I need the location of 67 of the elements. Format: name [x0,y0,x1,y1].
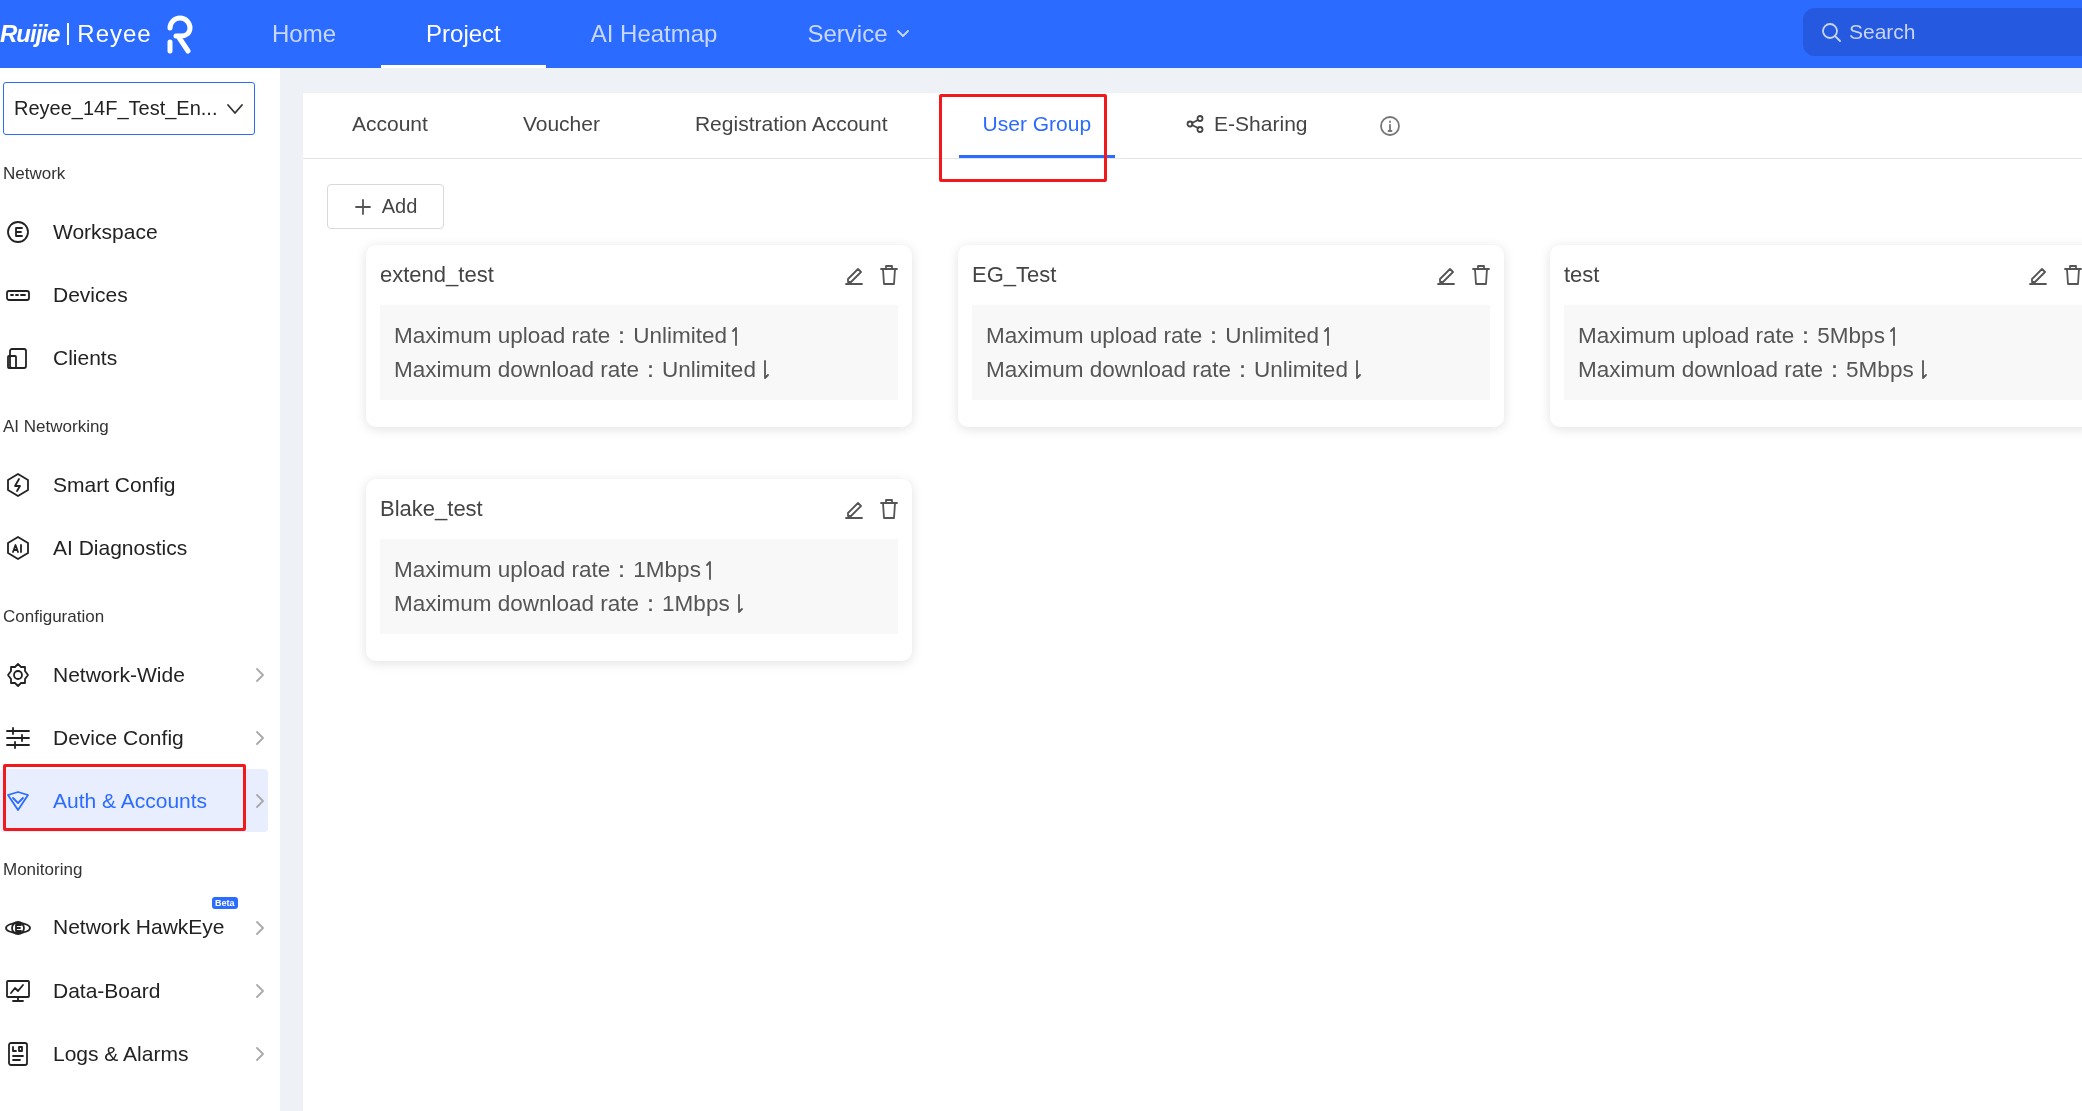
rate-label: Maximum upload rate： [986,321,1226,350]
sidebar-item[interactable]: AI Diagnostics [0,516,268,579]
edit-icon[interactable] [844,499,864,519]
tab[interactable]: Voucher [498,93,624,158]
edit-icon[interactable] [1436,265,1456,285]
sidebar-item[interactable]: Workspace [0,200,268,263]
group-name: extend_test [380,262,495,288]
chevron-down-icon [226,102,244,115]
section-heading: Configuration [3,606,106,628]
tab[interactable]: User Group [958,93,1116,158]
group-name: EG_Test [972,262,1058,288]
section-heading: Network [3,163,67,185]
sliders-icon [5,724,31,751]
delete-icon[interactable] [1472,265,1490,285]
sidebar-item[interactable]: Devices [0,263,268,326]
rate-label: Maximum download rate： [986,355,1255,384]
group-name: test [1564,262,1601,288]
edit-icon[interactable] [844,265,864,285]
tab[interactable]: Registration Account [670,93,912,158]
sidebar-item[interactable]: Network-Wide [0,643,268,706]
delete-icon[interactable] [2064,265,2082,285]
rate-value: Unlimited [1225,321,1320,350]
beta-badge: Beta [212,897,238,909]
rate-value: 1Mbps [633,555,701,584]
delete-icon[interactable] [880,265,898,285]
info-icon[interactable] [1378,114,1401,137]
rate-value: Unlimited [1254,355,1348,384]
tab[interactable]: Account [328,93,452,158]
sidebar-item[interactable]: Network HawkEye [0,910,268,959]
rate-label: Maximum upload rate： [394,555,634,584]
rate-label: Maximum download rate： [394,589,663,618]
product-logo: Reyee [77,20,152,48]
hexagon-bolt-icon [5,471,31,498]
plus-icon [353,197,372,216]
project-dropdown[interactable]: Reyee_14F_Test_En... [3,82,255,135]
section-heading: AI Networking [3,416,110,438]
add-button[interactable]: Add [327,184,444,229]
tab[interactable]: E-Sharing [1162,93,1332,158]
sidebar-item[interactable]: Logs & Alarms [0,1022,268,1085]
group-name: Blake_test [380,496,484,522]
sidebar-item[interactable]: Clients [0,326,268,389]
workspace-icon [5,218,31,245]
hexagon-ai-icon [5,534,31,561]
rate-value: 5Mbps [1846,355,1914,384]
search-icon [1821,22,1841,42]
sidebar-item[interactable]: Data-Board [0,959,268,1022]
monitor-chart-icon [5,977,31,1004]
share-icon [1186,115,1205,133]
search-field[interactable]: Search [1803,8,2082,56]
rate-value: 1Mbps [662,589,730,618]
edit-icon[interactable] [2028,265,2048,285]
delete-icon[interactable] [880,499,898,519]
section-heading: Monitoring [3,859,84,881]
settings-icon [5,661,31,688]
rate-label: Maximum upload rate： [1578,321,1818,350]
sidebar-item[interactable]: Device Config [0,706,268,769]
rate-label: Maximum download rate： [394,355,663,384]
rate-label: Maximum download rate： [1578,355,1847,384]
rate-value: 5Mbps [1817,321,1885,350]
brand-logo: Ruijie [0,20,60,48]
chevron-down-icon [895,29,910,39]
sidebar-item[interactable]: Smart Config [0,453,268,516]
log-document-icon [5,1040,31,1067]
sidebar-item[interactable]: Auth & Accounts [0,769,268,832]
rate-value: Unlimited [633,321,728,350]
rate-value: Unlimited [662,355,756,384]
rate-label: Maximum upload rate： [394,321,634,350]
